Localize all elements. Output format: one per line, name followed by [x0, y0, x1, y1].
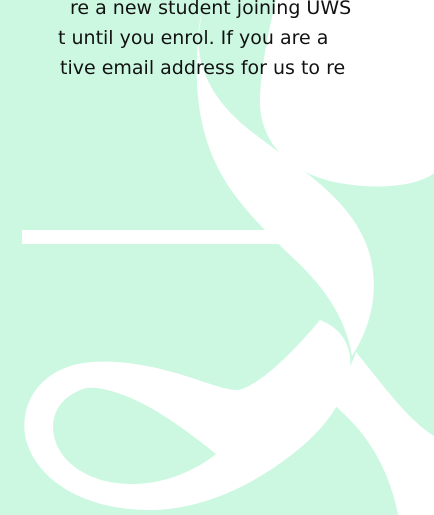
body-text-line-3: tive email address for us to re: [60, 57, 346, 79]
logo-lower-loop: [24, 320, 351, 510]
body-text-block: re a new student joining UWS t until you…: [58, 0, 434, 83]
body-text-line-2: t until you enrol. If you are a: [58, 27, 329, 49]
body-text-line-1: re a new student joining UWS: [70, 0, 352, 19]
